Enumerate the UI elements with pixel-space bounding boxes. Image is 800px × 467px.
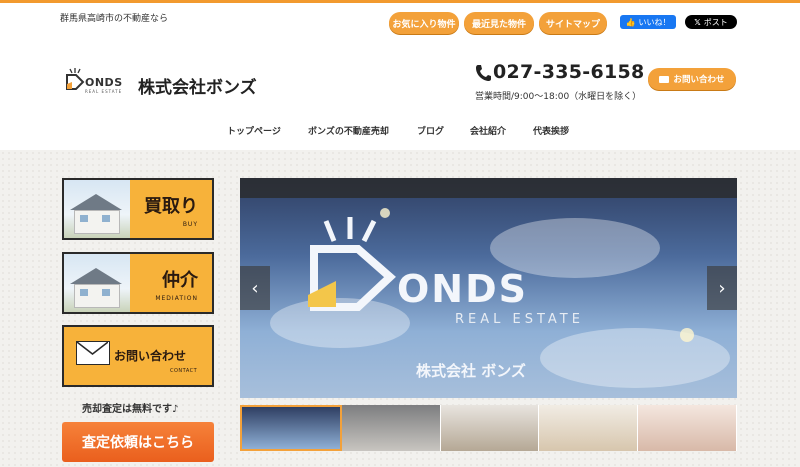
mediation-card[interactable]: 仲介 MEDIATION [62,252,214,314]
thumbs-up-icon: 👍 [625,17,636,27]
mediation-card-subtitle: MEDIATION [155,295,198,302]
header-contact-button[interactable]: お問い合わせ [648,68,736,90]
bonds-logo-icon[interactable] [64,67,86,91]
nav-item-top[interactable]: トップページ [227,124,281,137]
buy-card-title: 買取り [144,196,198,217]
buy-card-subtitle: BUY [182,221,198,228]
business-hours: 営業時間/9:00～18:00（水曜日を除く） [475,92,642,102]
house-image [64,180,130,238]
slider-thumbnails [240,405,737,451]
contact-card[interactable]: お問い合わせ CONTACT [62,325,214,387]
company-name: 株式会社ボンズ [138,78,257,98]
envelope-icon [76,341,110,365]
x-post-button[interactable]: 𝕏 ポスト [685,15,737,29]
slider-thumbnail[interactable] [240,405,342,451]
nav-item-company[interactable]: 会社紹介 [470,124,506,137]
mediation-card-title: 仲介 [162,270,198,291]
slider-logo-word: ONDS [397,267,529,311]
free-appraisal-text: 売却査定は無料です♪ [82,404,179,415]
header-contact-label: お問い合わせ [673,75,725,85]
slider-thumbnail[interactable] [539,405,639,451]
slider-thumbnail[interactable] [638,405,737,451]
facebook-like-label: いいね！ [638,17,671,27]
x-logo-icon: 𝕏 [694,17,701,27]
slider-next-button[interactable]: › [707,266,737,310]
phone-icon [476,65,491,81]
facebook-like-button[interactable]: 👍 いいね！ [620,15,676,29]
sitemap-button[interactable]: サイトマップ [539,12,607,34]
buy-card[interactable]: 買取り BUY [62,178,214,240]
contact-card-title: お問い合わせ [114,349,187,363]
slider-company-name: 株式会社 ボンズ [416,362,526,380]
slider-thumbnail[interactable] [440,405,540,451]
x-post-label: ポスト [703,17,728,27]
mail-icon [659,75,670,83]
slider-prev-button[interactable]: ‹ [240,266,270,310]
logo-wordmark: ONDS [85,76,123,89]
contact-card-subtitle: CONTACT [170,368,198,374]
favorites-button[interactable]: お気に入り物件 [389,12,459,34]
slider-logo-subtitle: REAL ESTATE [455,312,584,327]
main-nav: トップページ ボンズの不動産売却 ブログ 会社紹介 代表挨拶 [0,124,800,138]
slider-thumbnail[interactable] [341,405,441,451]
nav-item-real-estate-sale[interactable]: ボンズの不動産売却 [308,124,389,137]
appraisal-request-button[interactable]: 査定依頼はこちら [62,422,214,462]
nav-item-blog[interactable]: ブログ [417,124,444,137]
site-tagline: 群馬県高崎市の不動産なら [60,14,169,24]
recently-viewed-button[interactable]: 最近見た物件 [464,12,534,34]
house-image [64,254,130,312]
top-accent-line [0,0,800,3]
phone-number[interactable]: 027-335-6158 [493,61,645,83]
nav-item-greeting[interactable]: 代表挨拶 [533,124,569,137]
slider-logo-icon [308,217,396,311]
logo-subtitle: REAL ESTATE [85,89,123,94]
